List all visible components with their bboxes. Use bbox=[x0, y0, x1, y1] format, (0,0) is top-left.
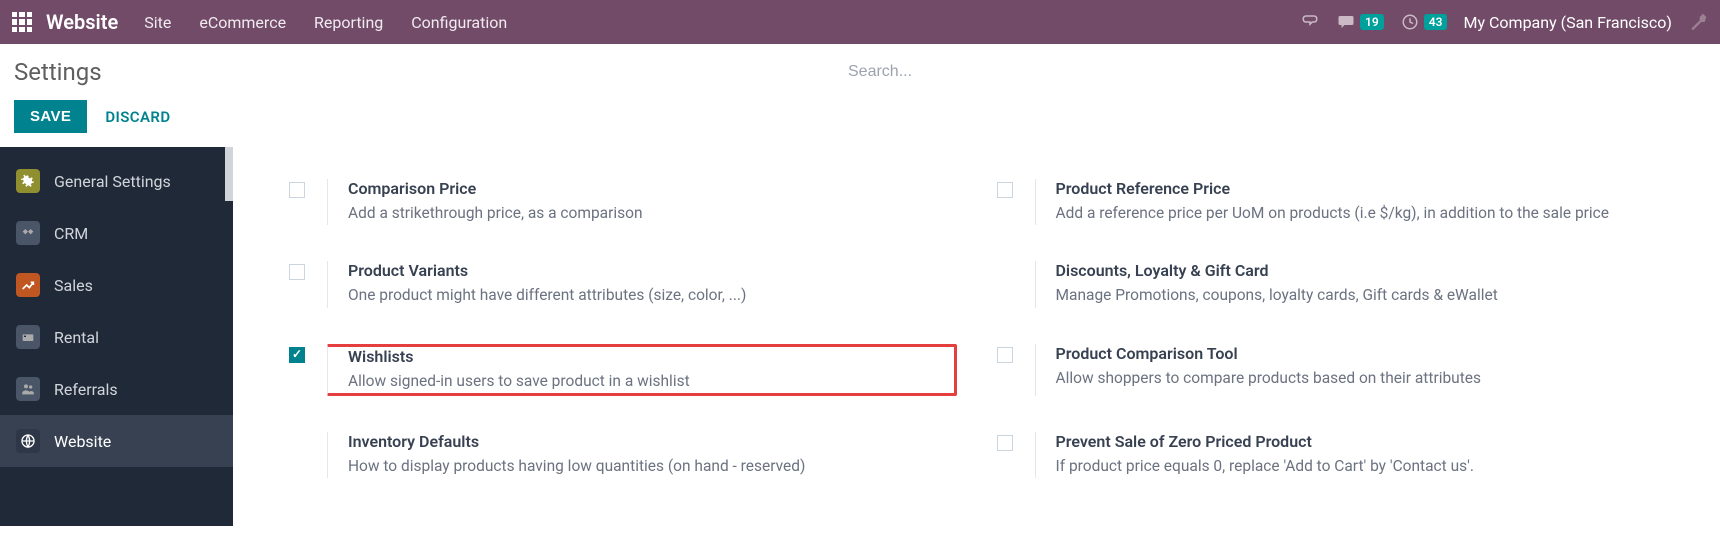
checkbox[interactable] bbox=[997, 347, 1013, 363]
people-icon bbox=[16, 377, 40, 401]
setting-title: Product Reference Price bbox=[1056, 179, 1665, 198]
setting-description: One product might have different attribu… bbox=[348, 284, 957, 307]
clock-badge: 43 bbox=[1424, 14, 1448, 30]
page-title: Settings bbox=[14, 58, 102, 86]
handshake-icon bbox=[16, 221, 40, 245]
setting-title: Product Comparison Tool bbox=[1056, 344, 1665, 363]
globe-icon bbox=[16, 429, 40, 453]
nav-site[interactable]: Site bbox=[144, 13, 171, 32]
checkbox[interactable] bbox=[289, 347, 305, 363]
sidebar-item-label: Rental bbox=[54, 328, 99, 347]
save-button[interactable]: SAVE bbox=[14, 100, 87, 133]
setting-description: How to display products having low quant… bbox=[348, 455, 957, 478]
search-input[interactable] bbox=[846, 57, 1706, 87]
apps-grid-icon[interactable] bbox=[12, 12, 32, 32]
setting-body: Prevent Sale of Zero Priced Product If pr… bbox=[1035, 432, 1665, 478]
setting-row: Inventory Defaults How to display product… bbox=[289, 422, 957, 504]
setting-body: Product Variants One product might have d… bbox=[327, 261, 957, 307]
setting-row: Product Reference Price Add a reference p… bbox=[997, 169, 1665, 251]
chat-icon[interactable]: 19 bbox=[1336, 13, 1384, 31]
sidebar-item-sales[interactable]: Sales bbox=[0, 259, 233, 311]
setting-title: Inventory Defaults bbox=[348, 432, 957, 451]
sidebar: General Settings CRM Sales Rental Referr… bbox=[0, 147, 233, 526]
setting-body: Comparison Price Add a strikethrough pric… bbox=[327, 179, 957, 225]
phone-icon[interactable] bbox=[1300, 13, 1320, 31]
chart-up-icon bbox=[16, 273, 40, 297]
sidebar-item-label: CRM bbox=[54, 224, 88, 243]
setting-description: If product price equals 0, replace 'Add … bbox=[1056, 455, 1665, 478]
setting-body: Product Reference Price Add a reference p… bbox=[1035, 179, 1665, 225]
setting-row: Prevent Sale of Zero Priced Product If pr… bbox=[997, 422, 1665, 504]
setting-row: Discounts, Loyalty & Gift Card Manage Pro… bbox=[997, 251, 1665, 333]
sidebar-item-rental[interactable]: Rental bbox=[0, 311, 233, 363]
company-selector[interactable]: My Company (San Francisco) bbox=[1463, 13, 1672, 32]
setting-description: Allow shoppers to compare products based… bbox=[1056, 367, 1665, 390]
settings-panel: Comparison Price Add a strikethrough pric… bbox=[233, 147, 1720, 526]
setting-description: Add a strikethrough price, as a comparis… bbox=[348, 202, 957, 225]
sidebar-item-label: Referrals bbox=[54, 380, 118, 399]
checkbox[interactable] bbox=[997, 182, 1013, 198]
setting-row: Wishlists Allow signed-in users to save p… bbox=[289, 334, 957, 422]
discard-button[interactable]: DISCARD bbox=[105, 108, 170, 126]
setting-title: Discounts, Loyalty & Gift Card bbox=[1056, 261, 1665, 280]
app-name[interactable]: Website bbox=[46, 10, 118, 34]
clock-icon[interactable]: 43 bbox=[1400, 13, 1448, 31]
setting-description: Manage Promotions, coupons, loyalty card… bbox=[1056, 284, 1665, 307]
setting-title: Prevent Sale of Zero Priced Product bbox=[1056, 432, 1665, 451]
setting-body: Inventory Defaults How to display product… bbox=[327, 432, 957, 478]
sidebar-item-website[interactable]: Website bbox=[0, 415, 233, 467]
sidebar-item-label: Website bbox=[54, 432, 111, 451]
setting-description: Add a reference price per UoM on product… bbox=[1056, 202, 1665, 225]
scrollbar-thumb[interactable] bbox=[225, 147, 233, 201]
control-bar: Settings bbox=[0, 44, 1720, 100]
setting-title: Wishlists bbox=[348, 347, 924, 366]
sidebar-item-crm[interactable]: CRM bbox=[0, 207, 233, 259]
nav-ecommerce[interactable]: eCommerce bbox=[199, 13, 286, 32]
checkbox[interactable] bbox=[289, 182, 305, 198]
nav-reporting[interactable]: Reporting bbox=[314, 13, 383, 32]
navbar: Website Site eCommerce Reporting Configu… bbox=[0, 0, 1720, 44]
setting-row: Comparison Price Add a strikethrough pric… bbox=[289, 169, 957, 251]
checkbox[interactable] bbox=[997, 435, 1013, 451]
setting-description: Allow signed-in users to save product in… bbox=[348, 370, 924, 393]
setting-row: Product Comparison Tool Allow shoppers to… bbox=[997, 334, 1665, 422]
checkbox[interactable] bbox=[289, 264, 305, 280]
actions-bar: SAVE DISCARD bbox=[0, 100, 1720, 147]
setting-title: Product Variants bbox=[348, 261, 957, 280]
setting-row: Product Variants One product might have d… bbox=[289, 251, 957, 333]
sidebar-item-label: Sales bbox=[54, 276, 93, 295]
nav-configuration[interactable]: Configuration bbox=[411, 13, 507, 32]
key-icon bbox=[16, 325, 40, 349]
sidebar-item-referrals[interactable]: Referrals bbox=[0, 363, 233, 415]
sidebar-item-label: General Settings bbox=[54, 172, 171, 191]
gear-icon bbox=[16, 169, 40, 193]
setting-body: Discounts, Loyalty & Gift Card Manage Pro… bbox=[1035, 261, 1665, 307]
chat-badge: 19 bbox=[1360, 14, 1384, 30]
sidebar-item-general[interactable]: General Settings bbox=[0, 155, 233, 207]
setting-title: Comparison Price bbox=[348, 179, 957, 198]
wrench-icon[interactable] bbox=[1688, 12, 1708, 32]
setting-body: Product Comparison Tool Allow shoppers to… bbox=[1035, 344, 1665, 396]
setting-body: Wishlists Allow signed-in users to save p… bbox=[327, 344, 957, 396]
